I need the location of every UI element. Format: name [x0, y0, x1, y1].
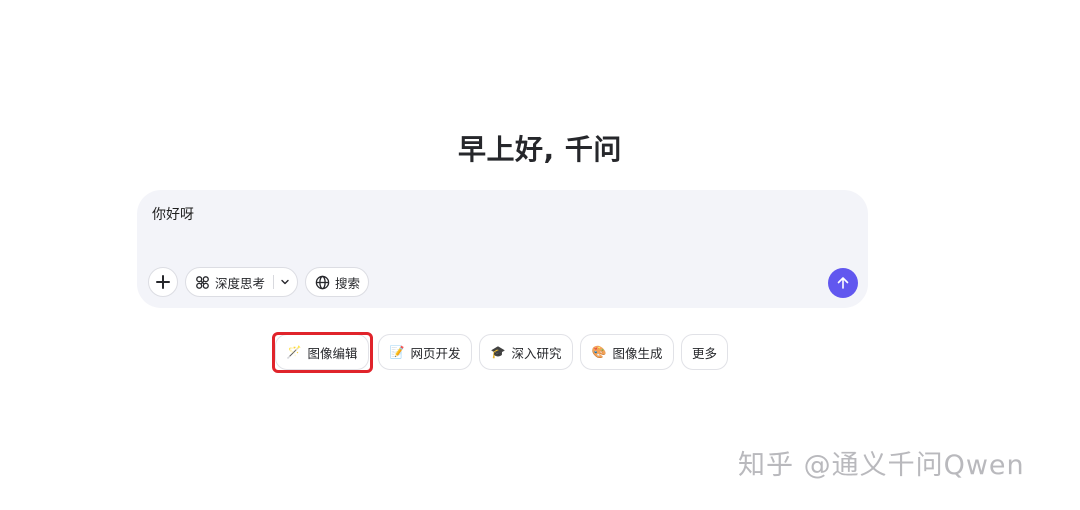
palette-icon: 🎨	[591, 345, 607, 359]
web-dev-icon: 📝	[389, 345, 405, 359]
chip-label: 网页开发	[410, 345, 461, 361]
chip-label: 图像生成	[612, 345, 663, 361]
plus-icon	[156, 275, 170, 289]
search-button[interactable]: 搜索	[305, 267, 369, 297]
chat-input-box[interactable]: 深度思考 搜索	[137, 190, 868, 308]
qwen-chat-home: 早上好, 千问 深度思考	[0, 0, 1080, 510]
search-label: 搜索	[335, 275, 361, 291]
chip-deep-research[interactable]: 🎓 深入研究	[479, 334, 573, 370]
chip-label: 深入研究	[511, 345, 562, 361]
watermark: 知乎 @通义千问Qwen	[738, 450, 1025, 481]
arrow-up-icon	[837, 277, 849, 289]
chip-image-gen[interactable]: 🎨 图像生成	[580, 334, 674, 370]
divider	[273, 275, 275, 289]
attach-button[interactable]	[148, 267, 178, 297]
deep-think-label: 深度思考	[215, 275, 266, 291]
deep-think-icon	[196, 275, 209, 289]
chip-label: 更多	[691, 345, 717, 361]
greeting-title: 早上好, 千问	[458, 133, 622, 166]
send-button[interactable]	[828, 268, 858, 298]
chevron-down-icon[interactable]	[280, 277, 290, 287]
chip-more[interactable]: 更多	[681, 334, 728, 370]
globe-icon	[315, 275, 330, 289]
chat-input[interactable]	[152, 206, 832, 222]
highlight-box	[272, 332, 373, 373]
graduation-cap-icon: 🎓	[490, 345, 506, 359]
chip-web-dev[interactable]: 📝 网页开发	[378, 334, 472, 370]
quick-actions: 🪄 图像编辑 📝 网页开发 🎓 深入研究 🎨 图像生成 更多	[0, 334, 1080, 370]
deep-think-button[interactable]: 深度思考	[185, 267, 298, 297]
